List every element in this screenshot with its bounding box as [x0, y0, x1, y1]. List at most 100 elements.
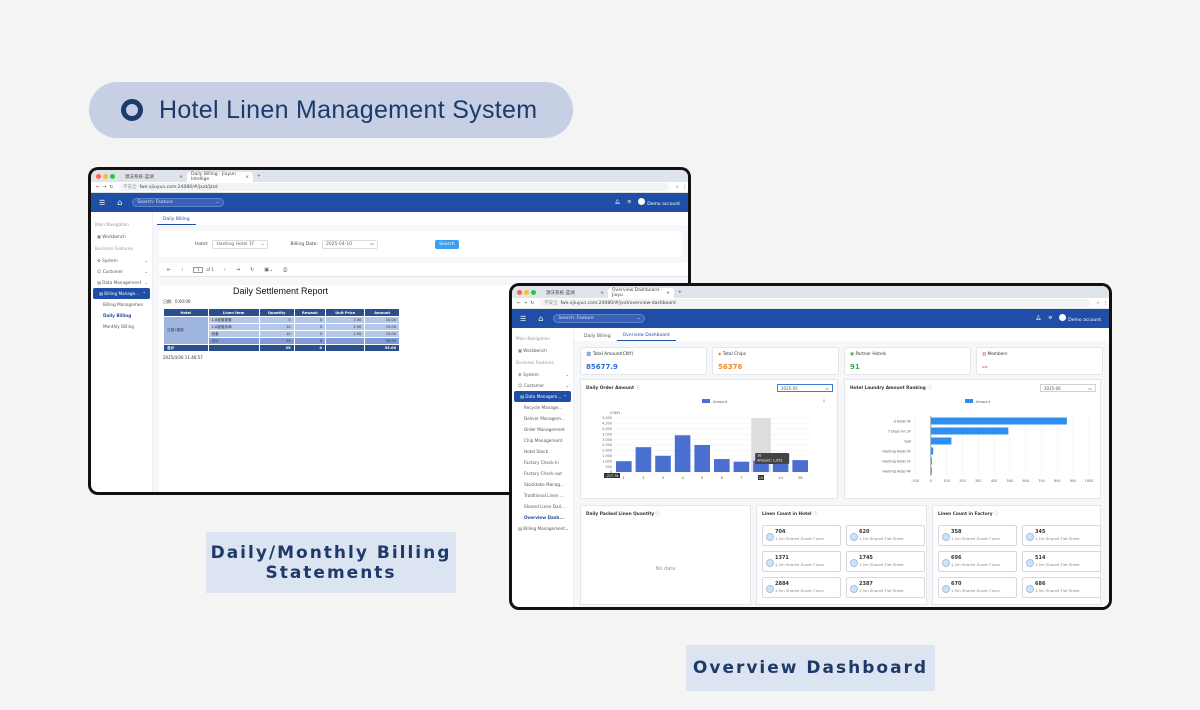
linen-hotel-panel: Linen Count in Hotel 7041.1m Shared Duve…	[756, 505, 927, 605]
sidebar-sub-daily-billing[interactable]: Daily Billing	[91, 310, 152, 321]
sidebar-sub-stocktake[interactable]: Stocktake Manag...	[512, 479, 573, 490]
browser-tab[interactable]: 源沃系统-蓝湖 ×	[542, 288, 608, 298]
sidebar-item-customer[interactable]: ☺ Customer ⌄	[91, 266, 152, 277]
col-unit-price: Unit Price	[325, 308, 366, 317]
y-tick-label: test	[904, 440, 911, 444]
new-tab-icon[interactable]: +	[257, 174, 261, 179]
url-field[interactable]: 不安全 fwe.xjiuyun.com:24080/#/jxxt/jzzd	[119, 183, 670, 191]
url-field[interactable]: 不安全 fwe.xjiuyun.com:24080/#/jxxt/overvie…	[540, 299, 1091, 307]
calendar-icon: ▭	[1088, 385, 1092, 391]
ranking-month-picker[interactable]: 2025-06 ▭	[1040, 384, 1096, 392]
next-page-icon[interactable]: ›	[224, 267, 226, 273]
export-icon[interactable]: ▣⌄	[264, 267, 273, 273]
browser-tab-active[interactable]: Daily Billing - Jiuyun Intellige ×	[187, 172, 253, 182]
sidebar-sub-factory-checkin[interactable]: Factory Check-in	[512, 457, 573, 468]
menu-dots-icon[interactable]: ⋮	[1103, 301, 1108, 306]
sidebar-sub-deliver[interactable]: Deliver Managem...	[512, 413, 573, 424]
back-icon[interactable]: ←	[517, 301, 521, 306]
y-tick-label: JI Hotel 3F	[893, 420, 911, 424]
refresh-icon[interactable]: ↻	[250, 267, 254, 273]
last-page-icon[interactable]: ⇥	[236, 267, 240, 273]
account-menu[interactable]: Demo account	[638, 198, 680, 207]
bell-icon[interactable]: 🔔︎	[1036, 316, 1042, 321]
search-input[interactable]: Search: Feature ⌄	[132, 198, 225, 207]
gear-icon[interactable]: ⚙	[1048, 316, 1052, 321]
reload-icon[interactable]: ↻	[530, 301, 534, 306]
caption-billing: Daily/Monthly Billing Statements	[206, 532, 456, 593]
back-icon[interactable]: ←	[96, 185, 100, 190]
billing-date-picker[interactable]: 2025-04-10 ▭	[321, 239, 378, 249]
page-count: of 1	[206, 267, 214, 272]
sidebar-sub-shared-linen[interactable]: Shared Linen Dail...	[512, 501, 573, 512]
tab-daily-billing[interactable]: Daily Billing	[578, 334, 617, 341]
sidebar-item-data-management[interactable]: ▤ Data Management ⌄	[91, 277, 152, 288]
menu-toggle-icon[interactable]: ☰	[520, 315, 526, 323]
daily-order-month-picker[interactable]: 2025-05 ▭	[777, 384, 833, 392]
sidebar-item-workbench[interactable]: ▦ Workbench	[512, 345, 573, 356]
sidebar-sub-factory-checkout[interactable]: Factory Check-out	[512, 468, 573, 479]
sidebar-sub-recycle[interactable]: Recycle Manage...	[512, 402, 573, 413]
bar	[733, 461, 750, 472]
star-icon[interactable]: ☆	[675, 185, 679, 190]
forward-icon[interactable]: →	[103, 185, 107, 190]
browser-tab[interactable]: 源沃系统-蓝湖 ×	[121, 172, 187, 182]
sidebar: Main Navigation ▦ Workbench Business Fea…	[91, 212, 153, 492]
sidebar-item-customer[interactable]: ☺ Customer ⌄	[512, 380, 573, 391]
star-icon[interactable]: ☆	[1096, 301, 1100, 306]
browser-tab-active[interactable]: Overview Dashboard - Jiuyu ×	[608, 288, 674, 298]
linen-type-label: 1.5m Shared Flat Sheet	[859, 588, 904, 593]
no-data-text: No data	[655, 566, 676, 572]
bar	[792, 460, 808, 472]
sidebar-sub-monthly-billing[interactable]: Monthly Billing	[91, 321, 152, 332]
x-tick-label: 7	[740, 476, 742, 480]
linen-count-card: 686 1.5m Shared Flat Sheet	[1022, 577, 1101, 598]
sidebar-item-billing-management[interactable]: ▤ Billing Management ⌄	[512, 523, 573, 534]
sidebar-section-main: Main Navigation	[516, 336, 550, 341]
sidebar-sub-overview-dashboard[interactable]: Overview Dash...	[512, 512, 573, 523]
sidebar-item-data-management[interactable]: ▤ Data Managem... ⌃	[514, 391, 571, 402]
account-menu[interactable]: Demo account	[1059, 314, 1101, 323]
x-tick-label: 700	[1038, 479, 1044, 483]
sidebar-item-workbench[interactable]: ▦ Workbench	[91, 231, 152, 242]
page-input[interactable]: 1	[193, 266, 204, 273]
gear-icon[interactable]: ⚙	[627, 200, 631, 205]
search-input[interactable]: Search: Feature ⌄	[553, 314, 646, 323]
print-icon[interactable]: ⎙	[283, 267, 287, 273]
sidebar-sub-chip[interactable]: Chip Management	[512, 435, 573, 446]
sidebar-item-system[interactable]: ⚙ System ⌄	[512, 369, 573, 380]
x-tick-label: 4	[681, 476, 684, 480]
y-tick-label: 2,000	[602, 449, 612, 453]
stats-row: 🏛︎ Total Amount(CNY) 85677.9 ◆ Total Chi…	[580, 347, 1103, 375]
menu-toggle-icon[interactable]: ☰	[99, 199, 105, 207]
tab-daily-billing[interactable]: Daily Billing	[157, 217, 196, 225]
sidebar-sub-order[interactable]: Order Management	[512, 424, 573, 435]
packed-linen-title: Daily Packed Linen Quantity	[586, 511, 745, 517]
menu-dots-icon[interactable]: ⋮	[682, 185, 687, 190]
sidebar-item-system[interactable]: ⚙ System ⌄	[91, 255, 152, 266]
first-page-icon[interactable]: ⇤	[167, 267, 171, 273]
bell-icon[interactable]: 🔔︎	[615, 200, 621, 205]
y-tick-label: Hanting Hotel 5F	[882, 450, 911, 454]
linen-count-value: 1371	[775, 555, 789, 561]
sidebar-sub-billing-management[interactable]: Billing Managemen	[91, 299, 152, 310]
new-tab-icon[interactable]: +	[678, 290, 682, 295]
sidebar-sub-traditional-linen[interactable]: Traditional Linen ...	[512, 490, 573, 501]
y-tick-label: 4,500	[602, 422, 612, 426]
reload-icon[interactable]: ↻	[109, 185, 113, 190]
y-tick-label: Hanting Hotel 4F	[882, 470, 911, 474]
x-tick-label: 600	[1022, 479, 1028, 483]
report-toolbar: ⇤ ‹ 1 of 1 › ⇥ ↻ ▣⌄ ⎙	[159, 263, 688, 277]
prev-page-icon[interactable]: ‹	[181, 267, 183, 273]
search-button[interactable]: Search	[435, 239, 459, 249]
bar	[655, 455, 671, 472]
sidebar-item-billing-management[interactable]: ▤ Billing Manage... ⌃	[93, 288, 150, 299]
hotel-select[interactable]: Hanting Hotel 1F ⌄	[212, 239, 269, 249]
members-icon: ▥	[982, 352, 987, 357]
sidebar-sub-hotel-stock[interactable]: Hotel Stock	[512, 446, 573, 457]
bar	[930, 437, 952, 445]
sidebar-section-business: Business Features	[516, 360, 554, 365]
y-tick-label: 1,000	[602, 459, 612, 463]
tab-overview-dashboard[interactable]: Overview Dashboard	[616, 333, 676, 341]
stat-total-amount: 🏛︎ Total Amount(CNY) 85677.9	[580, 347, 707, 375]
forward-icon[interactable]: →	[524, 301, 528, 306]
